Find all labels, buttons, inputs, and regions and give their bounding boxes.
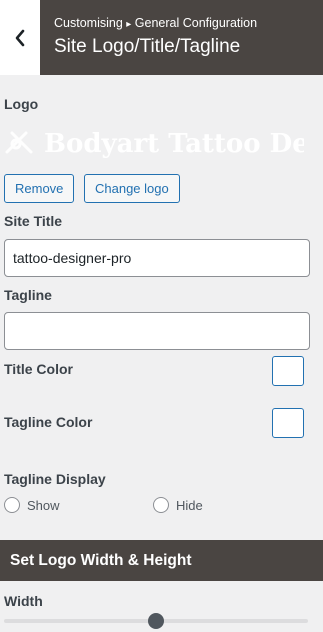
width-label: Width [4, 593, 43, 609]
show-radio-label: Show [27, 497, 60, 513]
tagline-color-swatch[interactable] [272, 408, 304, 438]
hide-radio[interactable] [153, 497, 169, 513]
back-button[interactable] [0, 0, 40, 75]
tagline-display-label: Tagline Display [4, 471, 106, 487]
hide-radio-label: Hide [176, 497, 203, 513]
title-color-swatch[interactable] [272, 356, 304, 386]
width-slider-thumb[interactable] [148, 613, 164, 629]
remove-logo-button[interactable]: Remove [4, 174, 75, 203]
logo-size-section-header: Set Logo Width & Height [0, 540, 323, 581]
show-radio[interactable] [4, 497, 20, 513]
site-logo-image: Bodyart Tattoo Designer [5, 129, 304, 159]
tagline-display-hide-option[interactable]: Hide [153, 497, 203, 513]
change-logo-button[interactable]: Change logo [84, 174, 180, 203]
tagline-input[interactable] [4, 312, 310, 350]
breadcrumb-root: Customising [54, 16, 123, 30]
breadcrumb-separator: ▸ [126, 19, 132, 30]
tagline-color-label: Tagline Color [4, 414, 93, 430]
site-title-input[interactable] [4, 239, 310, 277]
site-title-label: Site Title [4, 213, 63, 229]
customizer-header: Customising ▸ General Configuration Site… [0, 0, 323, 75]
page-title: Site Logo/Title/Tagline [54, 36, 241, 57]
tagline-display-show-option[interactable]: Show [4, 497, 60, 513]
breadcrumb-section: General Configuration [134, 16, 258, 30]
chevron-left-icon [15, 29, 25, 46]
header-title-area: Customising ▸ General Configuration Site… [40, 0, 323, 75]
logo-text: Bodyart Tattoo Designer [44, 129, 304, 159]
title-color-label: Title Color [4, 361, 73, 377]
breadcrumb: Customising ▸ General Configuration [54, 16, 323, 32]
logo-label: Logo [4, 96, 39, 112]
tagline-label: Tagline [4, 287, 52, 303]
